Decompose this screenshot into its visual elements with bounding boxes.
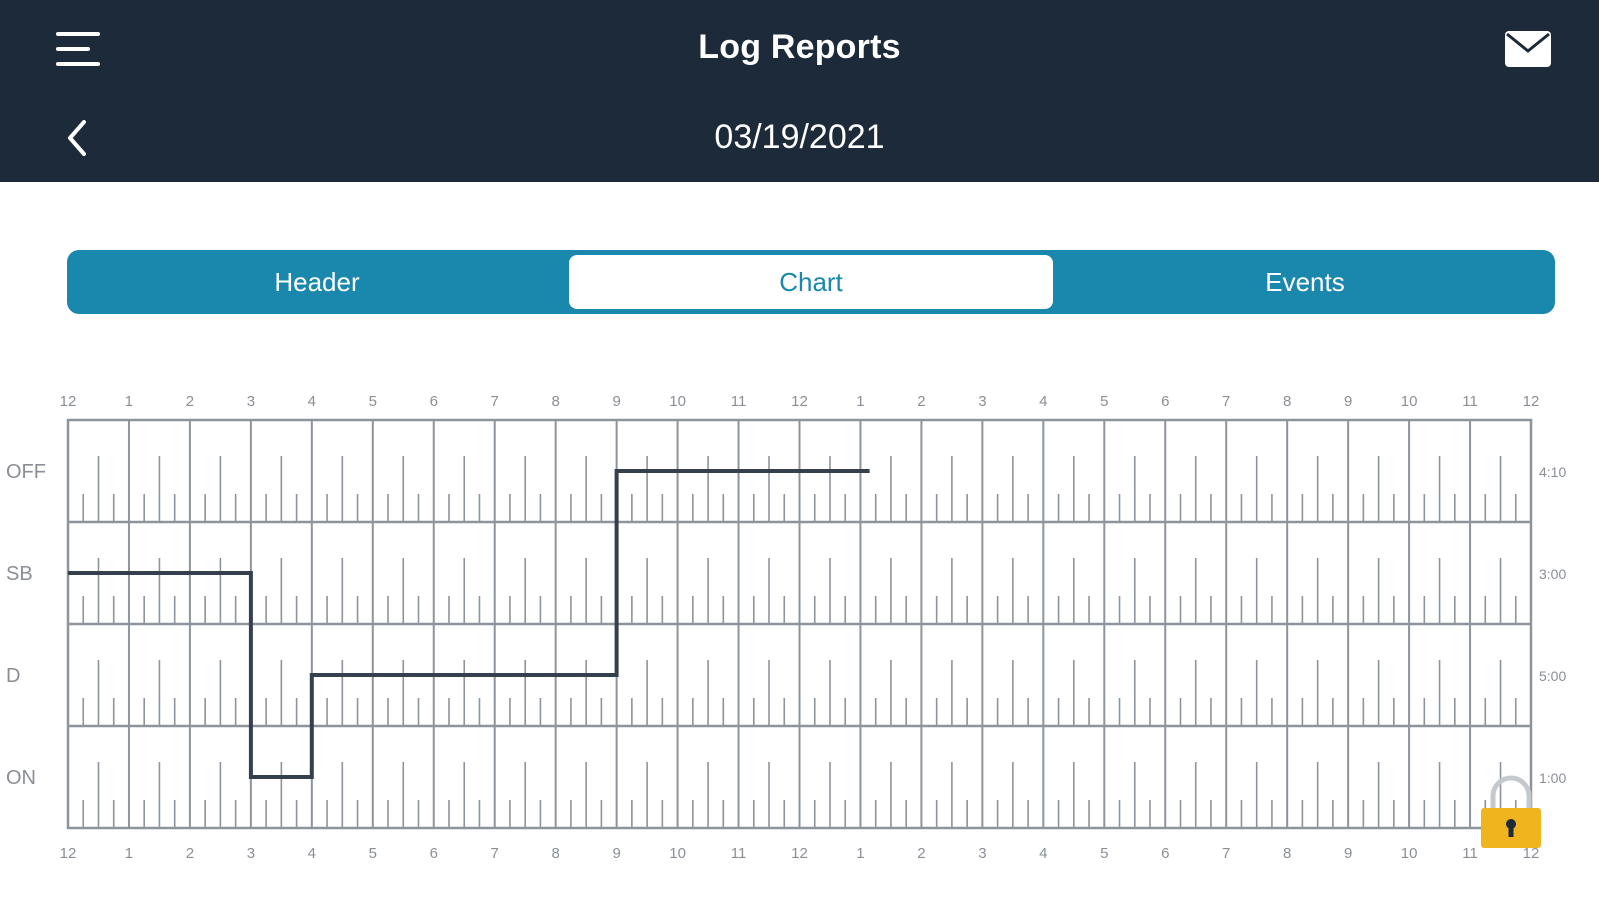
hour-label-bottom: 2 bbox=[917, 845, 925, 860]
hour-label-top: 12 bbox=[60, 393, 77, 410]
hour-label-bottom: 4 bbox=[1039, 845, 1047, 860]
hour-label-bottom: 9 bbox=[612, 845, 620, 860]
hour-label-top: 6 bbox=[430, 393, 438, 410]
hour-label-top: 8 bbox=[1283, 393, 1291, 410]
tab-header[interactable]: Header bbox=[67, 250, 567, 314]
row-total-sb: 3:00 bbox=[1539, 566, 1566, 582]
hour-label-bottom: 7 bbox=[1222, 845, 1230, 860]
row-total-d: 5:00 bbox=[1539, 668, 1566, 684]
hour-label-bottom: 3 bbox=[247, 845, 255, 860]
hour-label-top: 7 bbox=[491, 393, 499, 410]
hour-label-bottom: 9 bbox=[1344, 845, 1352, 860]
hour-label-top: 11 bbox=[1462, 393, 1478, 410]
hour-label-top: 4 bbox=[308, 393, 316, 410]
hour-label-top: 9 bbox=[612, 393, 620, 410]
hour-label-top: 3 bbox=[978, 393, 986, 410]
hour-label-bottom: 11 bbox=[731, 845, 747, 860]
hour-label-bottom: 10 bbox=[669, 845, 686, 860]
hour-label-bottom: 5 bbox=[1100, 845, 1108, 860]
hour-label-top: 5 bbox=[1100, 393, 1108, 410]
hour-label-bottom: 8 bbox=[551, 845, 559, 860]
mail-icon[interactable] bbox=[1504, 30, 1552, 68]
hour-label-bottom: 12 bbox=[791, 845, 808, 860]
padlock-icon[interactable] bbox=[1479, 770, 1543, 850]
hour-label-bottom: 3 bbox=[978, 845, 986, 860]
hour-label-top: 1 bbox=[856, 393, 864, 410]
log-graph-chart: 1212112233445566778899101011111212112233… bbox=[6, 393, 1566, 860]
hour-label-top: 6 bbox=[1161, 393, 1169, 410]
hour-label-top: 11 bbox=[731, 393, 747, 410]
hour-label-top: 10 bbox=[1401, 393, 1418, 410]
segmented-tabs: Header Chart Events bbox=[67, 250, 1555, 314]
page-title: Log Reports bbox=[698, 28, 901, 66]
hour-label-bottom: 5 bbox=[369, 845, 377, 860]
hour-label-top: 9 bbox=[1344, 393, 1352, 410]
hour-label-bottom: 12 bbox=[60, 845, 77, 860]
row-label-on: ON bbox=[6, 767, 36, 789]
hour-label-bottom: 1 bbox=[856, 845, 864, 860]
hour-label-bottom: 6 bbox=[1161, 845, 1169, 860]
hour-label-top: 1 bbox=[125, 393, 133, 410]
hour-label-bottom: 4 bbox=[308, 845, 316, 860]
hour-label-top: 2 bbox=[917, 393, 925, 410]
hour-label-top: 3 bbox=[247, 393, 255, 410]
hour-label-top: 10 bbox=[669, 393, 686, 410]
row-label-sb: SB bbox=[6, 563, 33, 585]
hour-label-bottom: 7 bbox=[491, 845, 499, 860]
hour-label-bottom: 8 bbox=[1283, 845, 1291, 860]
hour-label-bottom: 11 bbox=[1462, 845, 1478, 860]
hour-label-bottom: 6 bbox=[430, 845, 438, 860]
hour-label-bottom: 2 bbox=[186, 845, 194, 860]
hour-label-top: 12 bbox=[791, 393, 808, 410]
row-label-d: D bbox=[6, 665, 20, 687]
hour-label-top: 12 bbox=[1523, 393, 1540, 410]
hour-label-top: 8 bbox=[551, 393, 559, 410]
hour-label-bottom: 10 bbox=[1401, 845, 1418, 860]
top-bar: Log Reports 03/19/2021 bbox=[0, 0, 1599, 182]
log-date: 03/19/2021 bbox=[714, 118, 885, 156]
tab-events[interactable]: Events bbox=[1055, 250, 1555, 314]
hour-label-top: 2 bbox=[186, 393, 194, 410]
row-total-off: 4:10 bbox=[1539, 464, 1566, 480]
hour-label-bottom: 1 bbox=[125, 845, 133, 860]
row-label-off: OFF bbox=[6, 461, 46, 483]
tab-chart[interactable]: Chart bbox=[569, 255, 1053, 309]
row-total-on: 1:00 bbox=[1539, 770, 1566, 786]
hour-label-top: 7 bbox=[1222, 393, 1230, 410]
hour-label-top: 4 bbox=[1039, 393, 1047, 410]
hour-label-top: 5 bbox=[369, 393, 377, 410]
